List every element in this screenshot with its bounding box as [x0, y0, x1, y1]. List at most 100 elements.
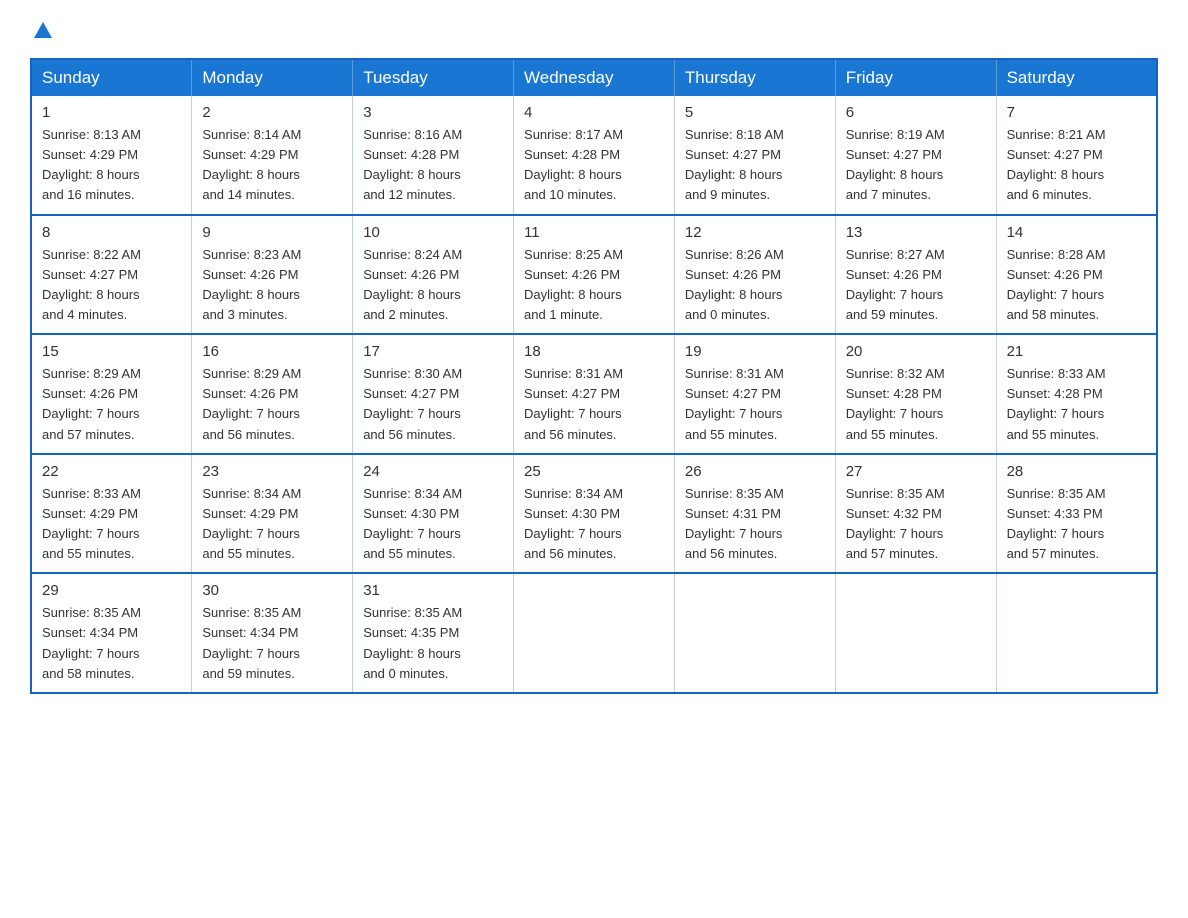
- empty-cell: [996, 573, 1157, 693]
- page-header: [30, 20, 1158, 38]
- calendar-week-row: 15 Sunrise: 8:29 AM Sunset: 4:26 PM Dayli…: [31, 334, 1157, 454]
- calendar-day-5: 5Sunrise: 8:18 AM Sunset: 4:27 PM Daylig…: [674, 96, 835, 215]
- day-info: Sunrise: 8:25 AM Sunset: 4:26 PM Dayligh…: [524, 245, 664, 326]
- day-info: Sunrise: 8:26 AM Sunset: 4:26 PM Dayligh…: [685, 245, 825, 326]
- day-info: Sunrise: 8:19 AM Sunset: 4:27 PM Dayligh…: [846, 125, 986, 206]
- calendar-day-14: 14 Sunrise: 8:28 AM Sunset: 4:26 PM Dayli…: [996, 215, 1157, 335]
- day-number: 29: [42, 582, 181, 599]
- day-info: Sunrise: 8:35 AM Sunset: 4:34 PM Dayligh…: [42, 603, 181, 684]
- calendar-day-2: 2Sunrise: 8:14 AM Sunset: 4:29 PM Daylig…: [192, 96, 353, 215]
- day-info: Sunrise: 8:34 AM Sunset: 4:30 PM Dayligh…: [363, 484, 503, 565]
- header-thursday: Thursday: [674, 59, 835, 96]
- calendar-day-28: 28 Sunrise: 8:35 AM Sunset: 4:33 PM Dayli…: [996, 454, 1157, 574]
- day-info: Sunrise: 8:22 AM Sunset: 4:27 PM Dayligh…: [42, 245, 181, 326]
- day-info: Sunrise: 8:23 AM Sunset: 4:26 PM Dayligh…: [202, 245, 342, 326]
- day-number: 7: [1007, 104, 1146, 121]
- day-number: 25: [524, 463, 664, 480]
- day-number: 6: [846, 104, 986, 121]
- day-number: 30: [202, 582, 342, 599]
- calendar-day-12: 12Sunrise: 8:26 AM Sunset: 4:26 PM Dayli…: [674, 215, 835, 335]
- calendar-day-1: 1 Sunrise: 8:13 AM Sunset: 4:29 PM Daylig…: [31, 96, 192, 215]
- day-number: 5: [685, 104, 825, 121]
- logo-text: [30, 20, 54, 42]
- day-info: Sunrise: 8:35 AM Sunset: 4:32 PM Dayligh…: [846, 484, 986, 565]
- header-monday: Monday: [192, 59, 353, 96]
- calendar-header-row: SundayMondayTuesdayWednesdayThursdayFrid…: [31, 59, 1157, 96]
- day-info: Sunrise: 8:33 AM Sunset: 4:28 PM Dayligh…: [1007, 364, 1146, 445]
- calendar-day-30: 30 Sunrise: 8:35 AM Sunset: 4:34 PM Dayli…: [192, 573, 353, 693]
- day-info: Sunrise: 8:32 AM Sunset: 4:28 PM Dayligh…: [846, 364, 986, 445]
- day-number: 4: [524, 104, 664, 121]
- calendar-day-22: 22Sunrise: 8:33 AM Sunset: 4:29 PM Dayli…: [31, 454, 192, 574]
- day-info: Sunrise: 8:24 AM Sunset: 4:26 PM Dayligh…: [363, 245, 503, 326]
- day-number: 10: [363, 224, 503, 241]
- day-info: Sunrise: 8:35 AM Sunset: 4:35 PM Dayligh…: [363, 603, 503, 684]
- calendar-week-row: 8 Sunrise: 8:22 AM Sunset: 4:27 PM Daylig…: [31, 215, 1157, 335]
- calendar-week-row: 1 Sunrise: 8:13 AM Sunset: 4:29 PM Daylig…: [31, 96, 1157, 215]
- day-info: Sunrise: 8:31 AM Sunset: 4:27 PM Dayligh…: [524, 364, 664, 445]
- day-info: Sunrise: 8:30 AM Sunset: 4:27 PM Dayligh…: [363, 364, 503, 445]
- day-number: 11: [524, 224, 664, 241]
- calendar-day-20: 20 Sunrise: 8:32 AM Sunset: 4:28 PM Dayli…: [835, 334, 996, 454]
- day-info: Sunrise: 8:21 AM Sunset: 4:27 PM Dayligh…: [1007, 125, 1146, 206]
- day-number: 21: [1007, 343, 1146, 360]
- day-number: 22: [42, 463, 181, 480]
- calendar-day-31: 31Sunrise: 8:35 AM Sunset: 4:35 PM Dayli…: [353, 573, 514, 693]
- day-info: Sunrise: 8:35 AM Sunset: 4:33 PM Dayligh…: [1007, 484, 1146, 565]
- calendar-day-10: 10 Sunrise: 8:24 AM Sunset: 4:26 PM Dayli…: [353, 215, 514, 335]
- day-number: 17: [363, 343, 503, 360]
- day-number: 23: [202, 463, 342, 480]
- day-number: 1: [42, 104, 181, 121]
- day-number: 15: [42, 343, 181, 360]
- day-number: 24: [363, 463, 503, 480]
- day-info: Sunrise: 8:34 AM Sunset: 4:29 PM Dayligh…: [202, 484, 342, 565]
- header-wednesday: Wednesday: [514, 59, 675, 96]
- logo-triangle-icon: [32, 20, 54, 42]
- day-number: 27: [846, 463, 986, 480]
- day-number: 20: [846, 343, 986, 360]
- day-number: 2: [202, 104, 342, 121]
- calendar-day-15: 15 Sunrise: 8:29 AM Sunset: 4:26 PM Dayli…: [31, 334, 192, 454]
- calendar-day-26: 26Sunrise: 8:35 AM Sunset: 4:31 PM Dayli…: [674, 454, 835, 574]
- day-info: Sunrise: 8:35 AM Sunset: 4:34 PM Dayligh…: [202, 603, 342, 684]
- day-info: Sunrise: 8:17 AM Sunset: 4:28 PM Dayligh…: [524, 125, 664, 206]
- empty-cell: [674, 573, 835, 693]
- day-number: 14: [1007, 224, 1146, 241]
- day-number: 19: [685, 343, 825, 360]
- day-number: 28: [1007, 463, 1146, 480]
- header-tuesday: Tuesday: [353, 59, 514, 96]
- calendar-day-17: 17 Sunrise: 8:30 AM Sunset: 4:27 PM Dayli…: [353, 334, 514, 454]
- calendar-day-11: 11 Sunrise: 8:25 AM Sunset: 4:26 PM Dayli…: [514, 215, 675, 335]
- calendar-day-24: 24 Sunrise: 8:34 AM Sunset: 4:30 PM Dayli…: [353, 454, 514, 574]
- calendar-day-18: 18 Sunrise: 8:31 AM Sunset: 4:27 PM Dayli…: [514, 334, 675, 454]
- calendar-table: SundayMondayTuesdayWednesdayThursdayFrid…: [30, 58, 1158, 694]
- calendar-day-29: 29 Sunrise: 8:35 AM Sunset: 4:34 PM Dayli…: [31, 573, 192, 693]
- calendar-day-25: 25 Sunrise: 8:34 AM Sunset: 4:30 PM Dayli…: [514, 454, 675, 574]
- day-info: Sunrise: 8:35 AM Sunset: 4:31 PM Dayligh…: [685, 484, 825, 565]
- day-number: 13: [846, 224, 986, 241]
- day-info: Sunrise: 8:29 AM Sunset: 4:26 PM Dayligh…: [42, 364, 181, 445]
- day-number: 18: [524, 343, 664, 360]
- calendar-day-27: 27 Sunrise: 8:35 AM Sunset: 4:32 PM Dayli…: [835, 454, 996, 574]
- day-info: Sunrise: 8:34 AM Sunset: 4:30 PM Dayligh…: [524, 484, 664, 565]
- calendar-day-21: 21 Sunrise: 8:33 AM Sunset: 4:28 PM Dayli…: [996, 334, 1157, 454]
- day-number: 3: [363, 104, 503, 121]
- day-info: Sunrise: 8:31 AM Sunset: 4:27 PM Dayligh…: [685, 364, 825, 445]
- calendar-day-13: 13 Sunrise: 8:27 AM Sunset: 4:26 PM Dayli…: [835, 215, 996, 335]
- day-number: 9: [202, 224, 342, 241]
- day-info: Sunrise: 8:27 AM Sunset: 4:26 PM Dayligh…: [846, 245, 986, 326]
- calendar-day-3: 3Sunrise: 8:16 AM Sunset: 4:28 PM Daylig…: [353, 96, 514, 215]
- empty-cell: [835, 573, 996, 693]
- empty-cell: [514, 573, 675, 693]
- day-number: 16: [202, 343, 342, 360]
- day-info: Sunrise: 8:13 AM Sunset: 4:29 PM Dayligh…: [42, 125, 181, 206]
- header-saturday: Saturday: [996, 59, 1157, 96]
- calendar-day-23: 23 Sunrise: 8:34 AM Sunset: 4:29 PM Dayli…: [192, 454, 353, 574]
- calendar-day-8: 8 Sunrise: 8:22 AM Sunset: 4:27 PM Daylig…: [31, 215, 192, 335]
- day-info: Sunrise: 8:28 AM Sunset: 4:26 PM Dayligh…: [1007, 245, 1146, 326]
- logo: [30, 20, 54, 38]
- day-number: 8: [42, 224, 181, 241]
- calendar-day-6: 6 Sunrise: 8:19 AM Sunset: 4:27 PM Daylig…: [835, 96, 996, 215]
- calendar-day-19: 19 Sunrise: 8:31 AM Sunset: 4:27 PM Dayli…: [674, 334, 835, 454]
- calendar-day-16: 16Sunrise: 8:29 AM Sunset: 4:26 PM Dayli…: [192, 334, 353, 454]
